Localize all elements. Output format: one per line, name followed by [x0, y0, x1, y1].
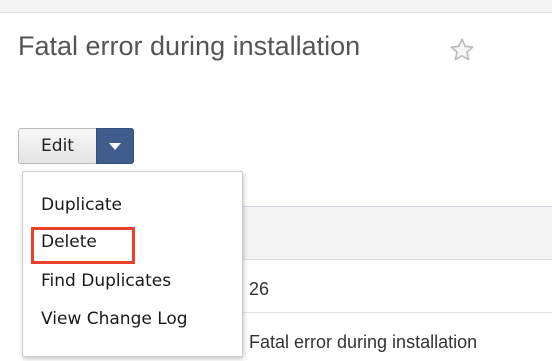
edit-button[interactable]: Edit [18, 128, 96, 164]
menu-item-delete[interactable]: Delete [41, 232, 97, 252]
record-name: Fatal error during installation [249, 332, 478, 352]
top-border [0, 0, 552, 13]
menu-item-view-change-log[interactable]: View Change Log [41, 309, 188, 329]
menu-item-find-duplicates[interactable]: Find Duplicates [41, 271, 171, 291]
edit-button-group: Edit [18, 128, 134, 164]
actions-dropdown-menu: Duplicate Delete Find Duplicates View Ch… [22, 171, 243, 357]
row-divider [230, 312, 552, 313]
favorite-star-icon[interactable] [449, 37, 475, 63]
record-number: 26 [249, 279, 270, 299]
caret-down-icon [109, 142, 121, 150]
menu-item-duplicate[interactable]: Duplicate [41, 195, 122, 215]
panel-header [230, 206, 552, 260]
page-title: Fatal error during installation [18, 31, 361, 61]
actions-dropdown-toggle[interactable] [96, 128, 134, 164]
